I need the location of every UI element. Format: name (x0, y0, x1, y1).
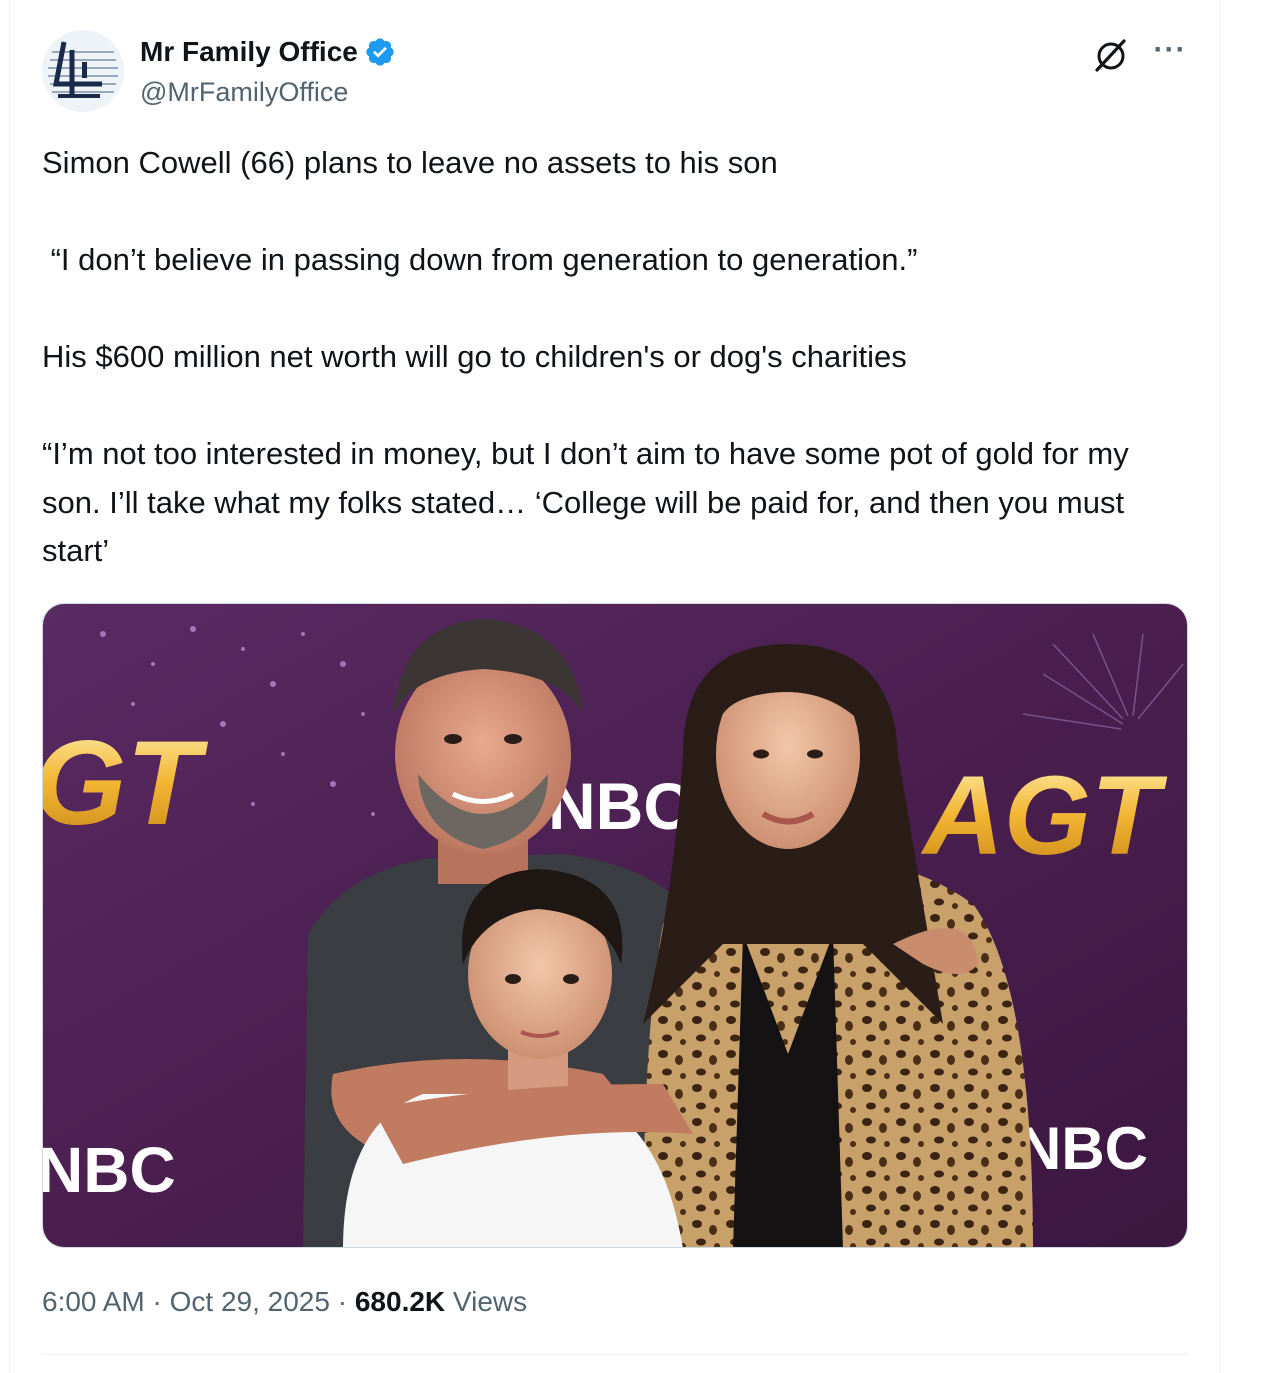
tweet-top-actions: ··· (1091, 35, 1187, 76)
author-handle[interactable]: @MrFamilyOffice (140, 72, 396, 112)
tweet-text: Simon Cowell (66) plans to leave no asse… (42, 139, 1192, 576)
nbc-logo-bottom-left: NBC (43, 1134, 176, 1206)
author-info: Mr Family Office @MrFamilyOffice (140, 32, 396, 112)
views-count[interactable]: 680.2K (355, 1286, 445, 1317)
meta-separator: · (144, 1286, 170, 1317)
nbc-logo-bottom-right: NBC (1018, 1115, 1148, 1182)
tweet-meta: 6:00 AM · Oct 29, 2025 · 680.2K Views (42, 1280, 527, 1324)
tweet-paragraph: Simon Cowell (66) plans to leave no asse… (42, 145, 778, 180)
family-office-logo-icon (42, 30, 124, 112)
more-options-icon[interactable]: ··· (1153, 35, 1187, 65)
author-display-name[interactable]: Mr Family Office (140, 32, 358, 72)
grok-icon[interactable] (1091, 36, 1131, 76)
tweet-time[interactable]: 6:00 AM (42, 1286, 145, 1317)
agt-logo-right: AGT (920, 753, 1168, 878)
tweet-header: Mr Family Office @MrFamilyOffice ··· (42, 30, 1187, 114)
tweet-date[interactable]: Oct 29, 2025 (170, 1286, 330, 1317)
tweet-paragraph: His $600 million net worth will go to ch… (42, 339, 907, 374)
tweet-photo[interactable]: GT NBC AGT NBC NBC (42, 603, 1188, 1248)
agt-logo-left: GT (43, 716, 208, 850)
photo-family-red-carpet: GT NBC AGT NBC NBC (43, 604, 1187, 1247)
tweet-paragraph: “I’m not too interested in money, but I … (42, 436, 1129, 568)
name-row: Mr Family Office (140, 32, 396, 72)
views-label: Views (445, 1286, 528, 1317)
divider (42, 1354, 1188, 1355)
tweet-paragraph: “I don’t believe in passing down from ge… (42, 242, 918, 277)
meta-separator: · (329, 1286, 355, 1317)
avatar[interactable] (42, 30, 124, 112)
nbc-logo-top: NBC (548, 769, 691, 843)
verified-badge-icon[interactable] (364, 36, 396, 68)
